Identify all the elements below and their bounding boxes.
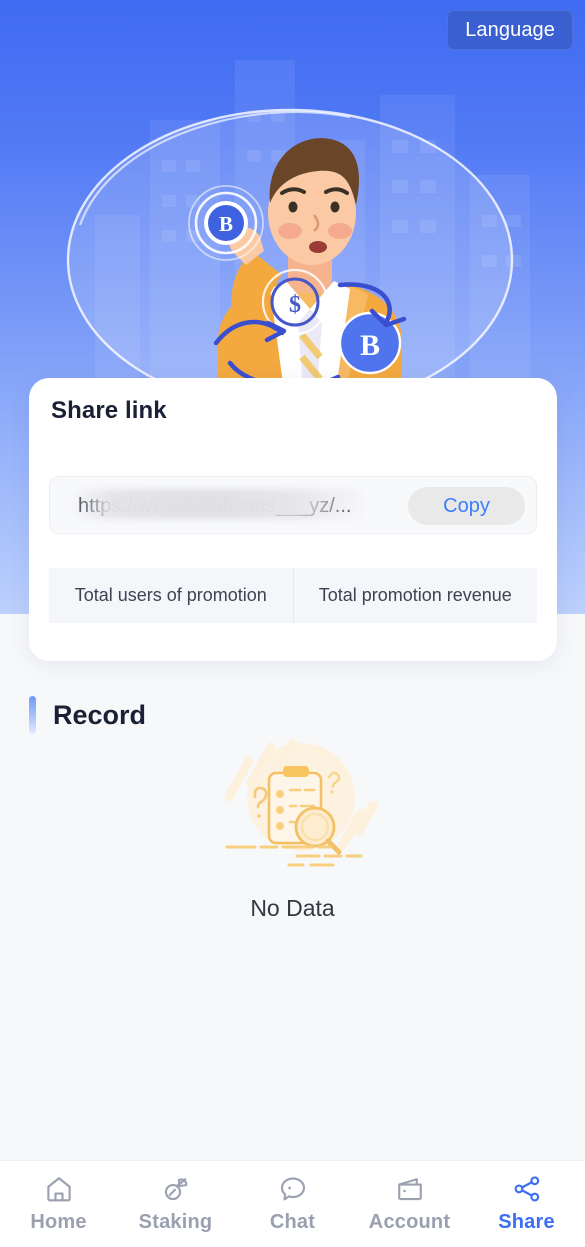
no-data-icon bbox=[224, 738, 377, 867]
no-data-label: No Data bbox=[250, 895, 335, 921]
pickaxe-icon bbox=[164, 1178, 187, 1201]
nav-item-chat[interactable]: Chat bbox=[234, 1174, 351, 1234]
record-empty-state: No Data bbox=[0, 735, 585, 922]
nav-item-share[interactable]: Share bbox=[468, 1174, 585, 1234]
stat-total-revenue: Total promotion revenue bbox=[292, 568, 538, 623]
nav-label-account: Account bbox=[368, 1211, 451, 1233]
bottom-navigation: Home Staking Chat Account Share bbox=[0, 1160, 585, 1247]
stat-total-users: Total users of promotion bbox=[74, 585, 267, 605]
nav-label-chat: Chat bbox=[269, 1211, 316, 1233]
home-icon bbox=[46, 1177, 71, 1202]
nav-item-account[interactable]: Account bbox=[351, 1174, 468, 1234]
nav-label-staking: Staking bbox=[138, 1211, 213, 1233]
promotion-stats-row: Total users of promotion Total promotion… bbox=[49, 568, 537, 623]
svg-text:B: B bbox=[360, 329, 380, 362]
nav-label-home: Home bbox=[30, 1211, 87, 1233]
share-page: B $ B Language Share link https://www.co… bbox=[0, 0, 585, 1247]
record-section-header: Record bbox=[29, 696, 146, 734]
nav-item-staking[interactable]: Staking bbox=[117, 1174, 234, 1234]
copy-button[interactable]: Copy bbox=[408, 487, 525, 525]
nav-item-home[interactable]: Home bbox=[0, 1174, 117, 1234]
language-button[interactable]: Language bbox=[447, 10, 573, 50]
svg-text:B: B bbox=[219, 212, 233, 236]
share-link-title: Share link bbox=[51, 397, 167, 424]
svg-text:$: $ bbox=[289, 292, 301, 318]
nav-label-share: Share bbox=[498, 1211, 555, 1233]
section-accent-bar bbox=[29, 696, 36, 734]
share-link-card: Share link https://www.coinbases___yz/..… bbox=[29, 378, 557, 661]
share-nodes-icon bbox=[514, 1176, 539, 1202]
hero-illustration: B $ B bbox=[66, 108, 514, 405]
record-title: Record bbox=[53, 699, 147, 730]
chat-bubble-icon bbox=[280, 1177, 305, 1201]
share-link-field[interactable]: https://www.coinbases___yz/... Copy bbox=[49, 476, 537, 534]
wallet-icon bbox=[397, 1178, 422, 1201]
share-link-value: https://www.coinbases___yz/... bbox=[78, 495, 352, 517]
